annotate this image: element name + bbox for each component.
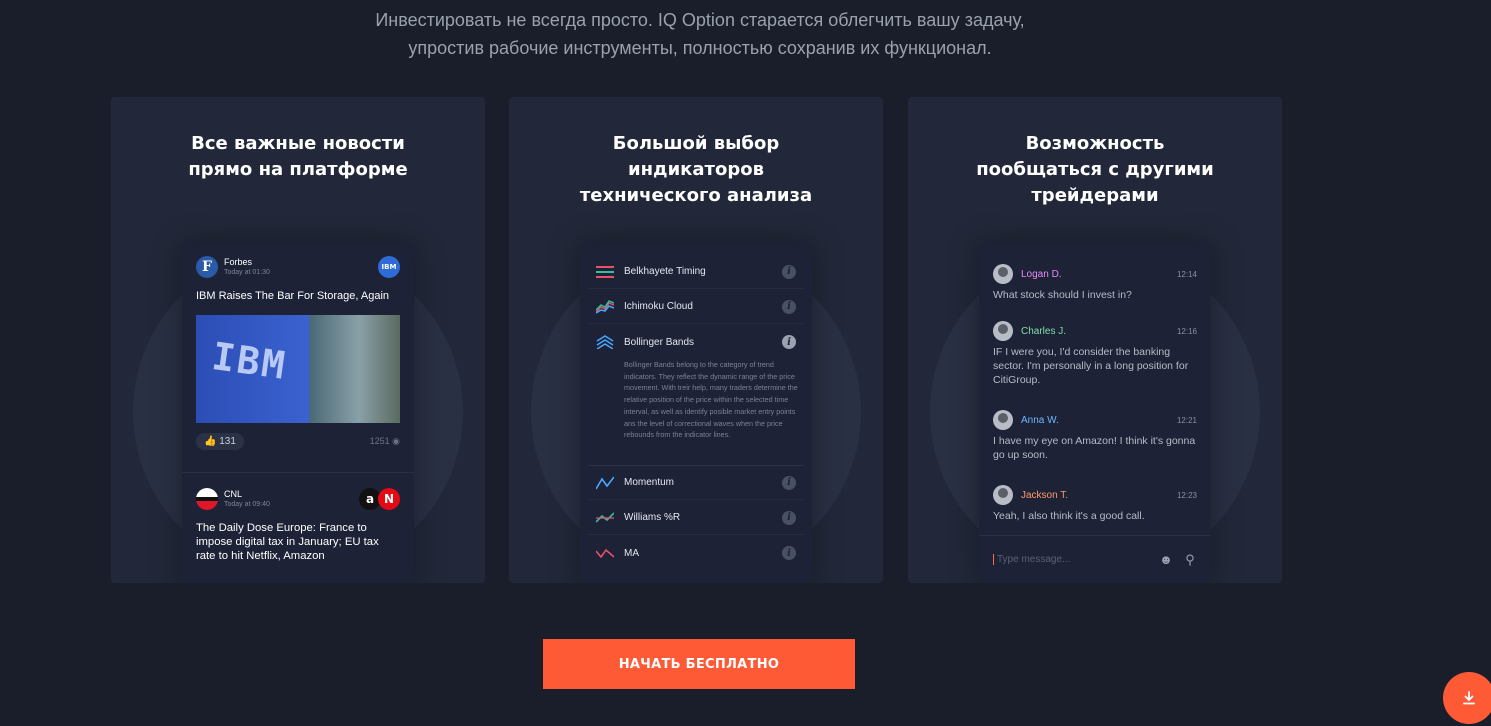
- news-time: Today at 01:30: [224, 268, 270, 276]
- card-title: Возможность пообщаться с другими трейдер…: [908, 131, 1282, 209]
- card-title-line: пообщаться с другими: [976, 159, 1214, 180]
- indicator-name: Bollinger Bands: [624, 336, 695, 348]
- thumbs-up-icon: 👍: [204, 436, 217, 447]
- message-text: IF I were you, I'd consider the banking …: [993, 346, 1189, 386]
- williams-icon: [596, 511, 614, 523]
- view-count: 1251: [369, 436, 390, 446]
- like-count: 131: [219, 436, 236, 447]
- news-time: Today at 09:40: [224, 500, 270, 508]
- indicator-description: Bollinger Bands belong to the category o…: [624, 360, 798, 440]
- info-icon[interactable]: i: [782, 335, 796, 349]
- card-title-line: Возможность: [1025, 133, 1165, 154]
- netflix-ticker-icon: N: [378, 488, 400, 510]
- ma-line-icon: [596, 548, 614, 559]
- ibm-sign-image: IBM: [209, 334, 290, 388]
- indicator-name: Williams %R: [624, 512, 681, 523]
- news-phone-mockup: F Forbes Today at 01:30 IBM IBM Raises T…: [182, 243, 414, 583]
- chat-input-bar: ☻ ⚲: [979, 535, 1211, 583]
- message-input[interactable]: [993, 554, 1149, 565]
- news-image: IBM: [196, 315, 400, 423]
- avatar: [993, 264, 1013, 284]
- news-feature-card: Все важные новости прямо на платформе F …: [111, 97, 485, 583]
- message-author: Jackson T.: [1021, 489, 1069, 501]
- info-icon[interactable]: i: [782, 299, 796, 314]
- info-icon[interactable]: i: [782, 546, 796, 560]
- cnl-logo-icon: [196, 488, 218, 510]
- info-icon[interactable]: i: [782, 264, 796, 279]
- indicator-item[interactable]: Ichimoku Cloud i: [588, 290, 804, 324]
- download-icon: [1463, 691, 1475, 705]
- info-icon[interactable]: i: [782, 510, 796, 525]
- message-time: 12:23: [1176, 490, 1197, 500]
- bars-icon: [596, 265, 614, 278]
- news-item[interactable]: CNL Today at 09:40 a N The Daily Dose Eu…: [182, 487, 414, 563]
- ibm-ticker-icon: IBM: [378, 256, 400, 278]
- indicator-item[interactable]: Momentum i: [588, 466, 804, 500]
- card-title-line: индикаторов: [627, 159, 764, 180]
- message-author: Charles J.: [1021, 325, 1067, 337]
- download-button[interactable]: [1443, 672, 1491, 724]
- forbes-logo-icon: F: [196, 256, 218, 278]
- intro-line-2: упростив рабочие инструменты, полностью …: [408, 38, 992, 58]
- card-title-line: прямо на платформе: [188, 159, 408, 180]
- avatar: [993, 321, 1013, 341]
- intro-text: Инвестировать не всегда просто. IQ Optio…: [0, 6, 1400, 62]
- card-title-line: трейдерами: [1031, 185, 1159, 206]
- chat-message: Logan D. 12:14 What stock should I inves…: [993, 263, 1197, 302]
- indicator-item-selected[interactable]: Bollinger Bands i: [588, 325, 804, 359]
- start-free-button[interactable]: НАЧАТЬ БЕСПЛАТНО: [543, 639, 855, 689]
- message-time: 12:14: [1176, 269, 1197, 279]
- message-author: Logan D.: [1021, 268, 1062, 280]
- indicator-name: Belkhayete Timing: [624, 266, 706, 277]
- chat-feature-card: Возможность пообщаться с другими трейдер…: [908, 97, 1282, 583]
- eye-icon: ◉: [392, 436, 400, 446]
- message-time: 12:16: [1176, 326, 1197, 336]
- indicator-name: Ichimoku Cloud: [624, 301, 693, 312]
- emoji-icon[interactable]: ☻: [1159, 552, 1173, 567]
- chat-message: Jackson T. 12:23 Yeah, I also think it's…: [993, 484, 1197, 523]
- message-time: 12:21: [1176, 415, 1197, 425]
- indicators-feature-card: Большой выбор индикаторов технического а…: [509, 97, 883, 583]
- intro-line-1: Инвестировать не всегда просто. IQ Optio…: [375, 10, 1025, 30]
- card-title-line: Большой выбор: [612, 133, 780, 154]
- avatar: [993, 485, 1013, 505]
- indicator-item[interactable]: MA i: [588, 536, 804, 570]
- message-text: I have my eye on Amazon! I think it's go…: [993, 435, 1196, 461]
- news-source: CNL: [224, 488, 243, 499]
- chat-phone-mockup: Logan D. 12:14 What stock should I inves…: [979, 243, 1211, 583]
- card-title-line: технического анализа: [579, 185, 813, 206]
- message-text: Yeah, I also think it's a good call.: [993, 510, 1145, 522]
- divider: [182, 472, 414, 473]
- card-title-line: Все важные новости: [191, 133, 405, 154]
- card-title: Большой выбор индикаторов технического а…: [509, 131, 883, 209]
- indicator-item[interactable]: Belkhayete Timing i: [588, 255, 804, 289]
- momentum-line-icon: [596, 476, 614, 489]
- indicator-name: Momentum: [624, 477, 675, 488]
- message-text: What stock should I invest in?: [993, 289, 1132, 301]
- avatar: [993, 410, 1013, 430]
- info-icon[interactable]: i: [782, 475, 796, 490]
- cloud-chart-icon: [596, 299, 614, 314]
- news-title[interactable]: IBM Raises The Bar For Storage, Again: [196, 289, 400, 303]
- news-item[interactable]: F Forbes Today at 01:30 IBM IBM Raises T…: [182, 255, 414, 450]
- chat-message: Anna W. 12:21 I have my eye on Amazon! I…: [993, 409, 1197, 462]
- indicator-name: MA: [624, 547, 639, 559]
- attachment-icon[interactable]: ⚲: [1183, 552, 1197, 567]
- news-title[interactable]: The Daily Dose Europe: France to impose …: [196, 521, 400, 563]
- chat-message: Charles J. 12:16 IF I were you, I'd cons…: [993, 320, 1197, 387]
- message-author: Anna W.: [1021, 414, 1059, 426]
- views-counter: 1251 ◉: [370, 436, 400, 447]
- news-source: Forbes: [224, 256, 253, 267]
- card-title: Все важные новости прямо на платформе: [111, 131, 485, 183]
- like-button[interactable]: 👍 131: [196, 433, 244, 450]
- indicators-phone-mockup: Belkhayete Timing i Ichimoku Cloud i Bol…: [580, 243, 812, 583]
- chevrons-icon: [596, 335, 614, 349]
- indicator-item[interactable]: Williams %R i: [588, 501, 804, 535]
